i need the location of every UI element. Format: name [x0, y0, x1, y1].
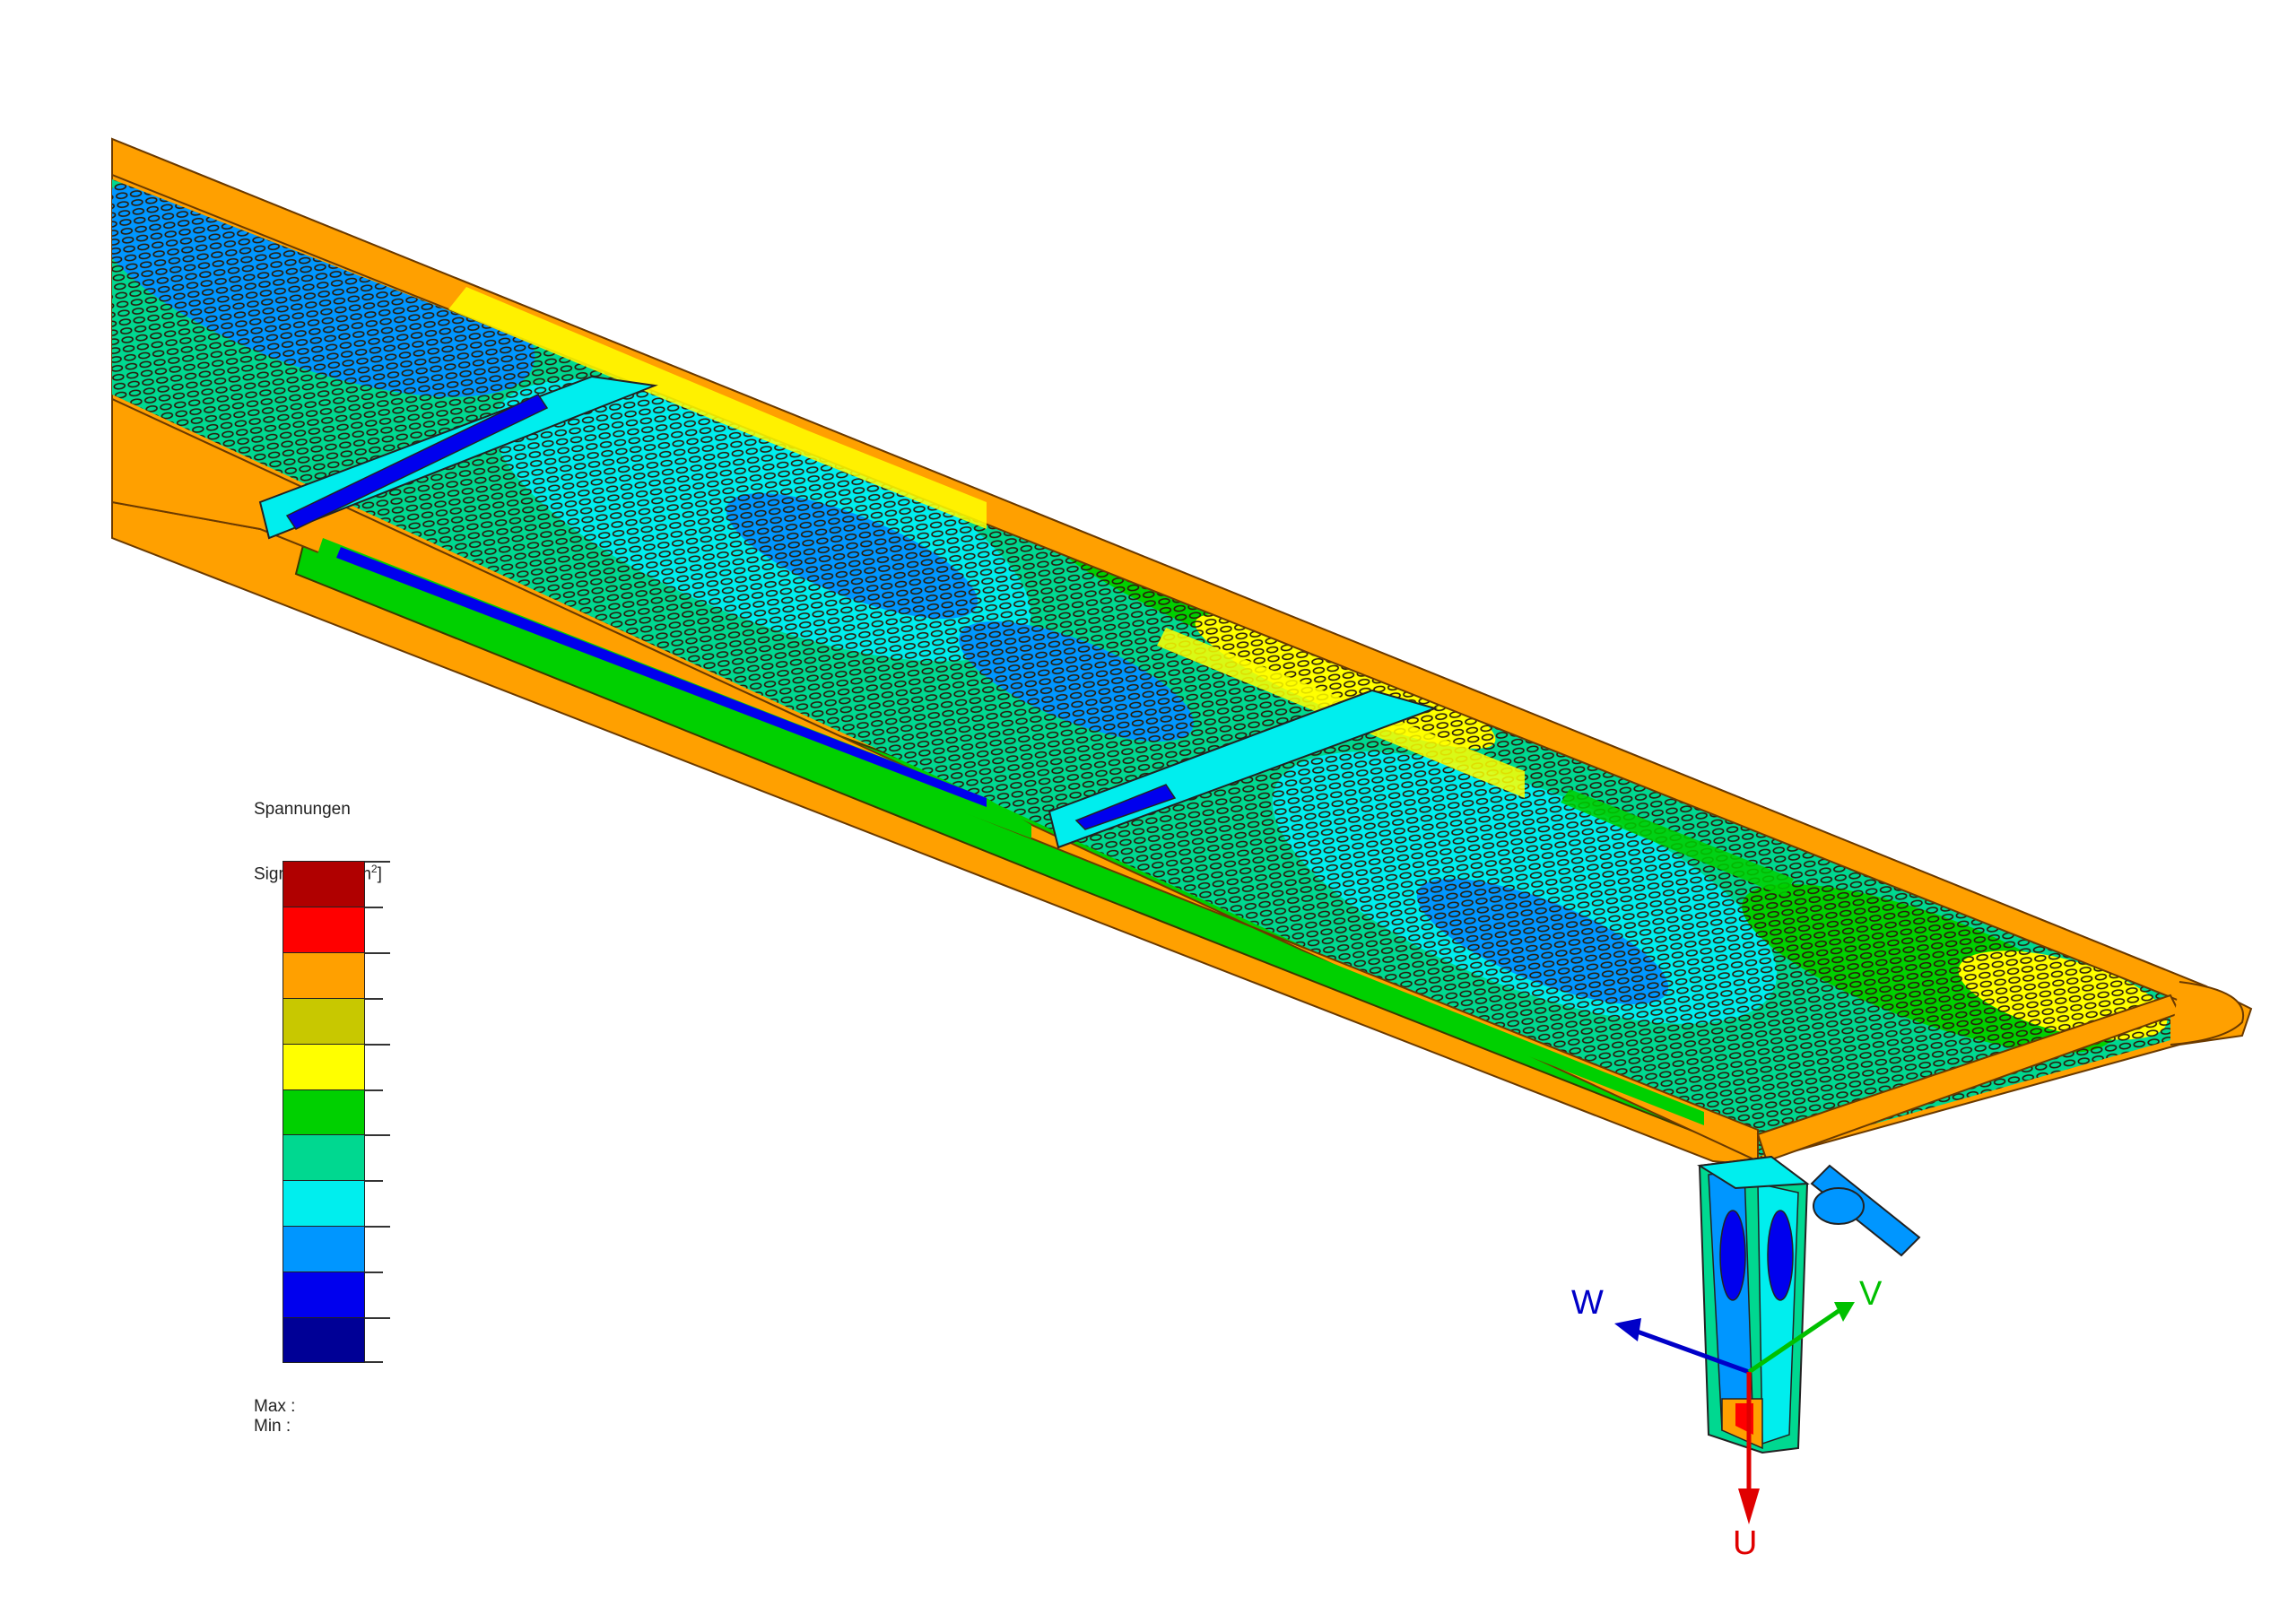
- w-axis-arrow: [1614, 1318, 1641, 1341]
- v-axis-label: V: [1859, 1275, 1883, 1313]
- legend-max-label: Max :: [254, 1397, 296, 1416]
- legend-title-line1: Spannungen: [254, 800, 351, 819]
- beam-structure: [111, 137, 2253, 1454]
- w-axis-label: W: [1571, 1284, 1604, 1322]
- scale-tick: [365, 906, 383, 908]
- scale-tick: [365, 1134, 390, 1137]
- legend-min-label: Min :: [254, 1417, 291, 1436]
- color-scale: [283, 861, 391, 1363]
- scale-tick: [365, 1089, 383, 1091]
- scale-tick: [365, 1043, 390, 1046]
- legend-minmax: Max : Min :: [254, 1397, 295, 1436]
- scale-tick: [365, 1317, 390, 1320]
- scale-tick: [365, 861, 390, 863]
- scale-tick: [365, 1226, 390, 1228]
- scale-tick: [365, 1271, 383, 1274]
- scale-tick: [365, 951, 390, 954]
- scale-frame: [283, 861, 365, 1363]
- scale-tick: [365, 1180, 383, 1183]
- u-axis-arrow: [1738, 1488, 1760, 1524]
- scale-tick: [365, 997, 383, 1000]
- scale-tick: [365, 1361, 383, 1363]
- u-axis-label: U: [1733, 1524, 1758, 1562]
